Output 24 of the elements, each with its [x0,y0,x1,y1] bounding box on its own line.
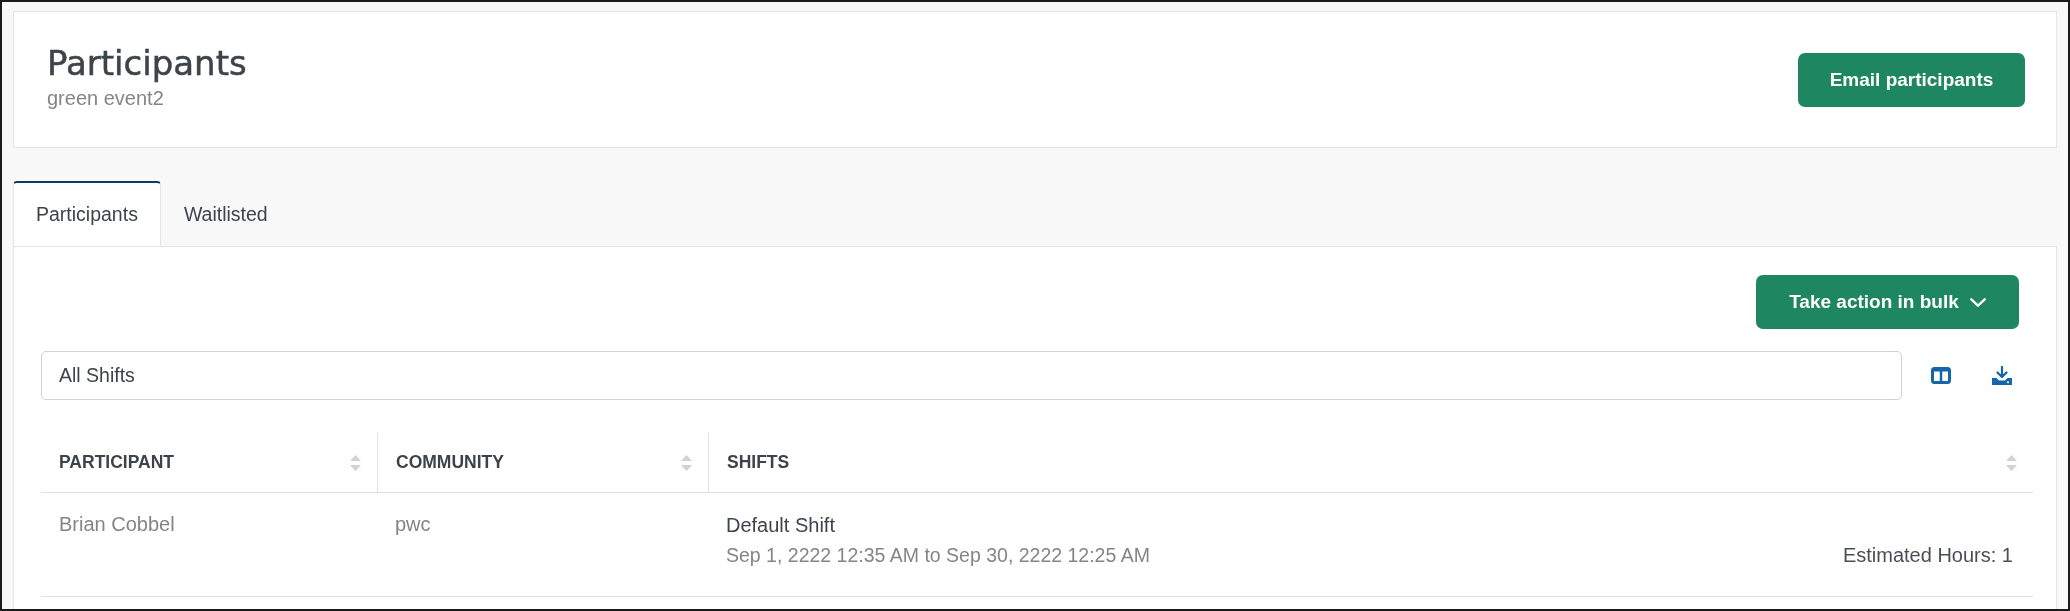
shift-filter-field[interactable]: All Shifts [41,351,1902,400]
column-title: COMMUNITY [396,452,504,473]
sort-icon[interactable] [681,452,692,473]
shift-name: Default Shift [726,513,836,537]
community-name: pwc [395,512,431,536]
email-participants-button[interactable]: Email participants [1798,52,2025,107]
page-title: Participants [47,43,247,83]
column-title: PARTICIPANT [59,452,175,473]
chevron-down-icon [1969,297,1986,307]
tab[interactable]: Waitlisted [160,181,291,246]
bulk-action-button[interactable]: Take action in bulk [1756,275,2019,329]
download-icon[interactable] [1992,366,2012,385]
column-header[interactable]: SHIFTS [708,433,2033,492]
sort-icon[interactable] [350,452,361,473]
column-title: SHIFTS [727,452,790,473]
participant-name: Brian Cobbel [59,512,175,536]
event-name: green event2 [47,86,165,110]
column-header[interactable]: PARTICIPANT [41,433,377,492]
shift-time: Sep 1, 2222 12:35 AM to Sep 30, 2222 12:25 AM [726,543,1150,567]
tab[interactable]: Participants [13,181,161,246]
column-header[interactable]: COMMUNITY [377,433,708,492]
estimated-hours: Estimated Hours: 1 [1842,543,2013,567]
columns-icon[interactable] [1931,367,1951,384]
sort-icon[interactable] [2006,452,2017,473]
